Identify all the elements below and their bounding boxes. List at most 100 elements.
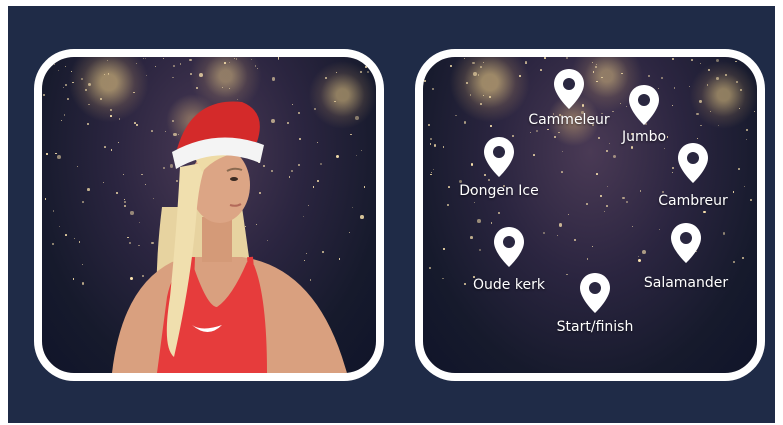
sparkle-dot [449,64,452,67]
sparkle-dot [529,132,531,134]
sparkle-dot [533,154,535,156]
sparkle-dot [429,143,432,146]
sparkle-dot [738,168,741,171]
sparkle-dot [738,107,740,110]
sparkle-dot [637,258,641,263]
sparkle-dot [478,248,481,252]
sparkle-dot [497,212,500,215]
sparkle-dot [746,138,748,141]
sparkle-dot [473,201,476,204]
sparkle-dot [642,250,647,254]
sparkle-dot [658,228,660,230]
sparkle-dot [697,137,699,139]
sparkle-dot [716,77,719,81]
sparkle-dot [553,136,556,139]
sparkle-dot [432,168,434,170]
sparkle-dot [703,210,707,214]
sparkle-dot [429,137,432,140]
sparkle-dot [463,121,466,124]
sparkle-dot [480,103,482,106]
sparkle-dot [432,88,435,91]
map-pin-icon[interactable] [626,83,662,127]
sparkle-dot [746,129,749,132]
sparkle-dot [608,142,610,144]
sparkle-dot [561,150,564,152]
sparkle-dot [619,102,621,104]
sparkle-dot [696,112,699,115]
sparkle-dot [621,72,623,75]
sparkle-dot [596,173,598,176]
sparkle-dot [568,214,570,216]
location-label-start-finish: Start/finish [556,319,634,335]
sparkle-dot [447,185,450,188]
map-pin-icon[interactable] [577,271,613,315]
sparkle-dot [469,94,472,96]
sparkle-dot [559,223,563,227]
sparkle-dot [586,258,589,260]
sparkle-dot [691,59,694,62]
sparkle-dot [470,163,473,166]
sparkle-dot [543,57,546,59]
sparkle-dot [744,185,746,187]
sparkle-dot [487,178,490,181]
sparkle-dot [490,125,492,127]
sparkle-dot [565,57,568,59]
sparkle-dot [424,80,426,83]
sparkle-dot [666,135,669,138]
person-illustration [112,101,347,373]
map-pin-icon[interactable] [491,225,527,269]
sparkle-dot [536,130,538,132]
sparkle-dot [463,58,466,60]
sparkle-dot [622,196,625,200]
map-pin-icon[interactable] [481,135,517,179]
location-label-cammeleur: Cammeleur [528,112,610,128]
sparkle-dot [732,260,735,263]
sparkle-dot [558,131,560,134]
sparkle-dot [472,61,476,65]
sparkle-dot [626,200,629,203]
sparkle-dot [433,144,436,147]
sparkle-dot [606,149,609,152]
sparkle-dot [671,167,674,170]
sparkle-dot [586,202,589,205]
sparkle-dot [715,59,719,63]
sparkle-dot [547,128,549,131]
sparkle-dot [442,278,444,280]
sparkle-dot [601,76,603,79]
sparkle-dot [480,66,483,69]
map-card: Cammeleur Jumbo Dongen Ice Cambreur Oude… [415,49,765,381]
sparkle-dot [753,110,756,113]
sparkle-dot [591,246,594,248]
sparkle-dot [708,68,710,71]
sparkle-dot [465,82,469,85]
sparkle-dot [477,219,482,223]
location-label-salamander: Salamander [643,275,729,291]
sparkle-dot [706,84,709,86]
sparkle-dot [673,87,676,89]
sparkle-dot [539,68,542,71]
sparkle-dot [660,76,664,80]
sparkle-dot [470,236,473,239]
sparkle-dot [525,61,528,64]
sparkle-dot [600,194,603,197]
sparkle-dot [699,100,702,103]
sparkle-dot [709,110,712,113]
sparkle-dot [556,234,559,237]
sparkle-dot [561,171,563,173]
sparkle-dot [722,232,726,235]
sparkle-dot [430,173,433,176]
map-pin-icon[interactable] [668,221,704,265]
sparkle-dot [595,63,598,66]
map-pin-icon[interactable] [551,67,587,111]
sparkle-dot [647,75,650,78]
sparkle-dot [595,66,597,68]
sparkle-dot [735,81,739,84]
sparkle-dot [455,114,457,117]
sparkle-dot [663,147,665,149]
sparkle-dot [630,146,634,149]
sparkle-dot [639,190,642,192]
sparkle-dot [592,70,595,73]
map-pin-icon[interactable] [675,141,711,185]
sparkle-dot [671,57,674,60]
sparkle-dot [597,137,600,140]
